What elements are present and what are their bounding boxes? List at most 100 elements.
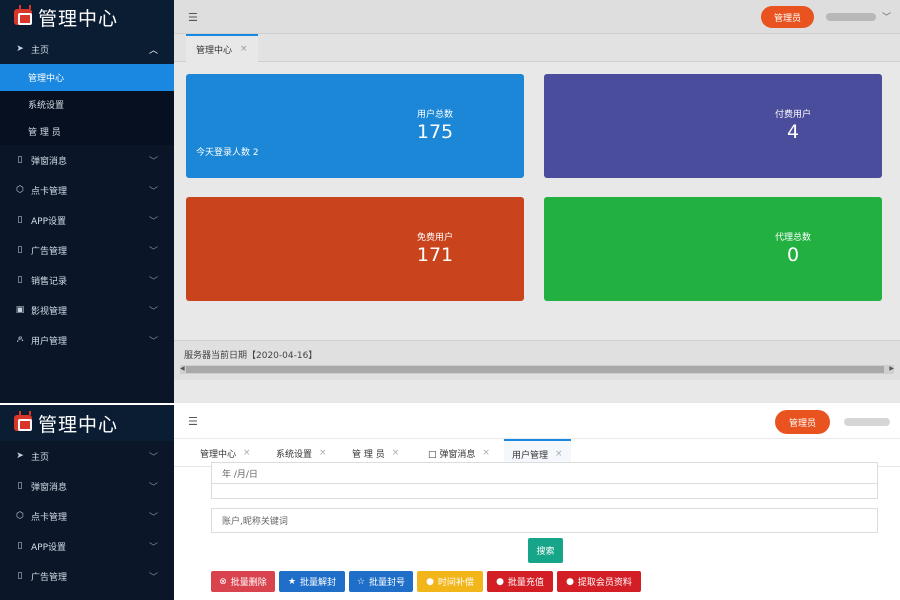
sidebar-item-ads[interactable]: ▯ 广告管理 ﹀ xyxy=(0,235,174,265)
sidebar-item-cards[interactable]: ⬡ 点卡管理 ﹀ xyxy=(0,501,174,531)
chevron-down-icon: ﹀ xyxy=(148,573,158,583)
sidebar-item-label: 点卡管理 xyxy=(31,186,68,197)
chevron-down-icon[interactable]: ﹀ xyxy=(882,10,891,23)
date-input-extra[interactable] xyxy=(211,484,878,499)
tv-logo-icon xyxy=(14,411,32,431)
batch-unban-button[interactable]: ★ 批量解封 xyxy=(279,571,345,592)
tab-label: 用户管理 xyxy=(512,450,549,461)
sidebar-item-label: 点卡管理 xyxy=(31,512,68,523)
phone-icon: ▯ xyxy=(17,571,23,581)
top-bar: ☰ 管理员 ﹀ xyxy=(174,0,900,34)
close-icon[interactable]: × xyxy=(555,449,563,459)
date-input[interactable]: 年 /月/日 xyxy=(211,462,878,484)
user-management-screenshot: 管理中心 ➤ 主页 ﹀ ▯ 弹窗消息 ﹀ ⬡ 点卡管理 ﹀ ▯ APP设置 ﹀ … xyxy=(0,405,900,600)
card-note: 今天登录人数 2 xyxy=(196,148,259,158)
username-redacted[interactable] xyxy=(826,13,876,21)
logo: 管理中心 xyxy=(0,405,174,441)
card-value: 171 xyxy=(416,244,454,266)
sidebar-item-home[interactable]: ➤ 主页 ﹀ xyxy=(0,441,174,471)
sidebar-item-label: 主页 xyxy=(31,452,50,463)
tv-logo-icon xyxy=(14,5,32,25)
export-members-button[interactable]: ● 提取会员资料 xyxy=(557,571,641,592)
close-icon[interactable]: × xyxy=(392,448,400,458)
user-icon: ዶ xyxy=(16,335,24,345)
ban-icon: ⊗ xyxy=(219,576,227,587)
stat-card-free-users: 免费用户 171 xyxy=(186,197,524,301)
sidebar-item-users[interactable]: ዶ 用户管理 ﹀ xyxy=(0,325,174,355)
sidebar-item-video[interactable]: ▣ 影视管理 ﹀ xyxy=(0,295,174,325)
sidebar-item-label: 影视管理 xyxy=(31,306,68,317)
tab-label: 管 理 员 xyxy=(352,449,385,460)
sidebar-item-app[interactable]: ▯ APP设置 ﹀ xyxy=(0,531,174,561)
close-icon[interactable]: × xyxy=(243,448,251,458)
scroll-right-icon[interactable]: ▶ xyxy=(889,365,894,372)
circle-icon: ● xyxy=(566,576,574,587)
sidebar-item-popup[interactable]: ▯ 弹窗消息 ﹀ xyxy=(0,145,174,175)
sidebar-subitem-settings[interactable]: 系统设置 xyxy=(0,91,174,118)
time-compensation-button[interactable]: ● 时间补偿 xyxy=(417,571,483,592)
sidebar-item-label: 销售记录 xyxy=(31,276,68,287)
clock-icon: ● xyxy=(426,576,434,587)
tab-dashboard[interactable]: 管理中心 × xyxy=(186,34,258,62)
sidebar-item-label: 弹窗消息 xyxy=(31,482,68,493)
menu-toggle-icon[interactable]: ☰ xyxy=(188,415,198,428)
cube-icon: ⬡ xyxy=(16,185,24,195)
sidebar-item-label: APP设置 xyxy=(31,542,67,553)
chevron-down-icon: ﹀ xyxy=(148,453,158,463)
horizontal-scrollbar[interactable]: ◀ ▶ xyxy=(180,365,894,374)
sidebar-item-home[interactable]: ➤ 主页 ︿ xyxy=(0,34,174,64)
sidebar-item-popup[interactable]: ▯ 弹窗消息 ﹀ xyxy=(0,471,174,501)
close-icon[interactable]: × xyxy=(240,44,248,54)
sidebar-item-label: 广告管理 xyxy=(31,572,68,583)
close-icon[interactable]: × xyxy=(319,448,327,458)
sidebar-item-app[interactable]: ▯ APP设置 ﹀ xyxy=(0,205,174,235)
keyword-input[interactable]: 账户,昵称关键词 xyxy=(211,508,878,533)
phone-icon: ▯ xyxy=(17,155,23,165)
card-value: 4 xyxy=(786,121,800,143)
batch-delete-button[interactable]: ⊗ 批量删除 xyxy=(211,571,275,592)
phone-icon: ▯ xyxy=(17,481,23,491)
chevron-down-icon: ﹀ xyxy=(148,277,158,287)
sidebar-item-ads[interactable]: ▯ 广告管理 ﹀ xyxy=(0,561,174,591)
search-button[interactable]: 搜索 xyxy=(528,538,563,563)
batch-recharge-button[interactable]: ● 批量充值 xyxy=(487,571,553,592)
username-redacted[interactable] xyxy=(844,418,890,426)
close-icon[interactable]: × xyxy=(482,448,490,458)
top-bar: ☰ 管理员 xyxy=(174,405,900,439)
admin-button[interactable]: 管理员 xyxy=(761,6,814,28)
chevron-down-icon: ﹀ xyxy=(148,217,158,227)
sidebar: 管理中心 ➤ 主页 ﹀ ▯ 弹窗消息 ﹀ ⬡ 点卡管理 ﹀ ▯ APP设置 ﹀ … xyxy=(0,405,174,600)
sidebar-subitem-dashboard[interactable]: 管理中心 xyxy=(0,64,174,91)
button-label: 批量封号 xyxy=(369,578,406,588)
button-label: 批量充值 xyxy=(507,578,544,588)
server-date: 服务器当前日期【2020-04-16】 xyxy=(184,351,318,361)
sidebar-subitem-admin[interactable]: 管 理 员 xyxy=(0,118,174,145)
star-outline-icon: ☆ xyxy=(356,576,366,587)
admin-button[interactable]: 管理员 xyxy=(775,410,830,434)
chevron-up-icon: ︿ xyxy=(148,46,158,56)
scrollbar-thumb[interactable] xyxy=(186,366,884,373)
main-area: ☰ 管理员 ﹀ 管理中心 × 用户总数 175 今天登录人数 2 付费用户 4 … xyxy=(174,0,900,403)
menu-toggle-icon[interactable]: ☰ xyxy=(188,11,198,24)
chevron-down-icon: ﹀ xyxy=(148,247,158,257)
button-label: 批量删除 xyxy=(230,578,267,588)
button-label: 批量解封 xyxy=(300,578,337,588)
chevron-down-icon: ﹀ xyxy=(148,513,158,523)
send-icon: ➤ xyxy=(16,44,24,54)
star-icon: ★ xyxy=(287,576,297,587)
tab-label: □ 弹窗消息 xyxy=(428,449,476,460)
sidebar-item-cards[interactable]: ⬡ 点卡管理 ﹀ xyxy=(0,175,174,205)
card-label: 免费用户 xyxy=(416,233,453,243)
chevron-down-icon: ﹀ xyxy=(148,187,158,197)
sidebar-item-label: 主页 xyxy=(31,45,50,56)
phone-icon: ▯ xyxy=(17,245,23,255)
sidebar: 管理中心 ➤ 主页 ︿ 管理中心 系统设置 管 理 员 ▯ 弹窗消息 ﹀ ⬡ 点… xyxy=(0,0,174,403)
circle-icon: ● xyxy=(496,576,504,587)
sidebar-item-sales[interactable]: ▯ 销售记录 ﹀ xyxy=(0,265,174,295)
scroll-left-icon[interactable]: ◀ xyxy=(180,365,185,372)
chevron-down-icon: ﹀ xyxy=(148,543,158,553)
phone-icon: ▯ xyxy=(17,275,23,285)
batch-ban-button[interactable]: ☆ 批量封号 xyxy=(349,571,413,592)
dashboard-screenshot: 管理中心 ➤ 主页 ︿ 管理中心 系统设置 管 理 员 ▯ 弹窗消息 ﹀ ⬡ 点… xyxy=(0,0,900,403)
sidebar-item-label: 广告管理 xyxy=(31,246,68,257)
